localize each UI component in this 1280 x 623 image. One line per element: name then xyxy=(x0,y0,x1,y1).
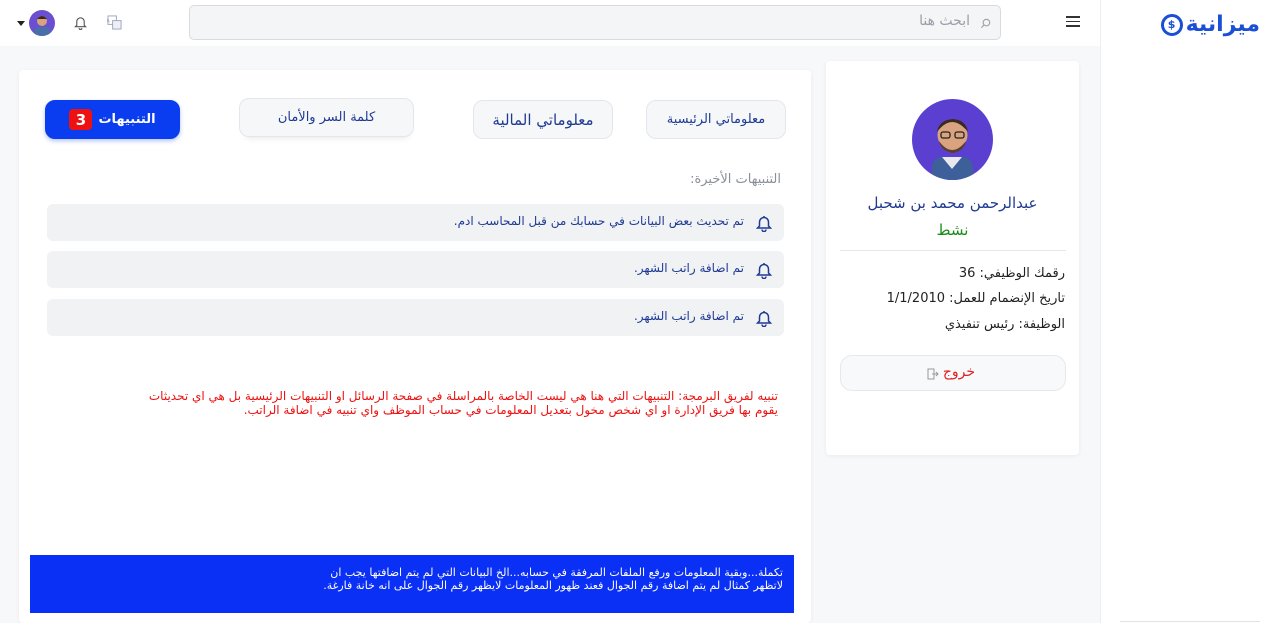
logout-button[interactable]: خروج xyxy=(840,355,1066,391)
search-input[interactable]: ابحث هنا xyxy=(189,5,1001,40)
notification-bell-icon[interactable] xyxy=(74,15,87,30)
notification-count-badge: 3 xyxy=(69,109,93,130)
tab-main-info[interactable]: معلوماتي الرئيسية xyxy=(646,100,786,139)
topbar: ابحث هنا A xyxy=(0,0,1100,46)
tab-label: معلوماتي الرئيسية xyxy=(666,112,766,127)
tab-label: التنبيهات xyxy=(98,112,156,127)
profile-divider xyxy=(840,250,1066,251)
employee-id: رقمك الوظيفي: 36 xyxy=(958,266,1065,281)
status-badge: نشط xyxy=(936,221,969,239)
bell-icon xyxy=(756,311,772,327)
user-avatar[interactable] xyxy=(29,10,55,36)
notification-text: تم اضافة راتب الشهر. xyxy=(633,309,744,323)
join-date: تاريخ الإنضمام للعمل: 1/1/2010 xyxy=(886,291,1065,306)
search-icon xyxy=(980,18,991,29)
tab-label: معلوماتي المالية xyxy=(492,110,594,129)
logout-label: خروج xyxy=(942,364,975,380)
job-title: الوظيفة: رئيس تنفيذي xyxy=(944,317,1065,332)
coin-symbol: $ xyxy=(1167,18,1176,31)
notifications-title: التنبيهات الأخيرة: xyxy=(690,172,781,187)
developer-note: تنبيه لفريق البرمجة: التنبيهات التي هنا … xyxy=(98,389,778,417)
info-banner: تكملة...وبقية المعلومات ورفع الملفات الم… xyxy=(30,555,794,613)
tab-label: كلمة السر والأمان xyxy=(277,110,376,125)
svg-text:A: A xyxy=(107,19,110,25)
brand-name: ميزانية xyxy=(1185,12,1260,37)
list-item[interactable]: تم تحديث بعض البيانات في حسابك من قبل ال… xyxy=(47,204,784,241)
sidebar: ميزانية $ xyxy=(1100,0,1280,623)
chevron-down-icon[interactable] xyxy=(17,21,25,26)
profile-card: عبدالرحمن محمد بن شحبل نشط رقمك الوظيفي:… xyxy=(826,61,1079,455)
banner-line: تكملة...وبقية المعلومات ورفع الملفات الم… xyxy=(330,566,783,579)
hamburger-menu-icon[interactable] xyxy=(1066,16,1080,28)
developer-note-line: يقوم بها فريق الإدارة او اي شخص مخول بتع… xyxy=(243,403,778,417)
notification-text: تم تحديث بعض البيانات في حسابك من قبل ال… xyxy=(453,214,744,228)
developer-note-line: تنبيه لفريق البرمجة: التنبيهات التي هنا … xyxy=(148,389,778,403)
profile-name: عبدالرحمن محمد بن شحبل xyxy=(867,194,1038,212)
tab-financial-info[interactable]: معلوماتي المالية xyxy=(473,100,613,139)
profile-avatar xyxy=(912,99,993,180)
tab-password-security[interactable]: كلمة السر والأمان xyxy=(239,98,414,137)
coin-icon: $ xyxy=(1160,13,1183,36)
search-placeholder: ابحث هنا xyxy=(919,13,970,29)
notification-text: تم اضافة راتب الشهر. xyxy=(633,261,744,275)
main-panel: معلوماتي الرئيسية معلوماتي المالية كلمة … xyxy=(19,70,811,623)
logout-icon xyxy=(927,368,939,380)
list-item[interactable]: تم اضافة راتب الشهر. xyxy=(47,299,784,336)
list-item[interactable]: تم اضافة راتب الشهر. xyxy=(47,251,784,288)
tab-notifications[interactable]: التنبيهات 3 xyxy=(45,100,180,139)
sidebar-divider xyxy=(1120,621,1260,622)
banner-line: لاتظهر كمثال لم يتم اضافة رقم الجوال فعن… xyxy=(323,579,783,592)
translate-icon[interactable]: A xyxy=(107,15,122,30)
bell-icon xyxy=(756,216,772,232)
bell-icon xyxy=(756,263,772,279)
brand-logo[interactable]: ميزانية $ xyxy=(1160,12,1260,37)
